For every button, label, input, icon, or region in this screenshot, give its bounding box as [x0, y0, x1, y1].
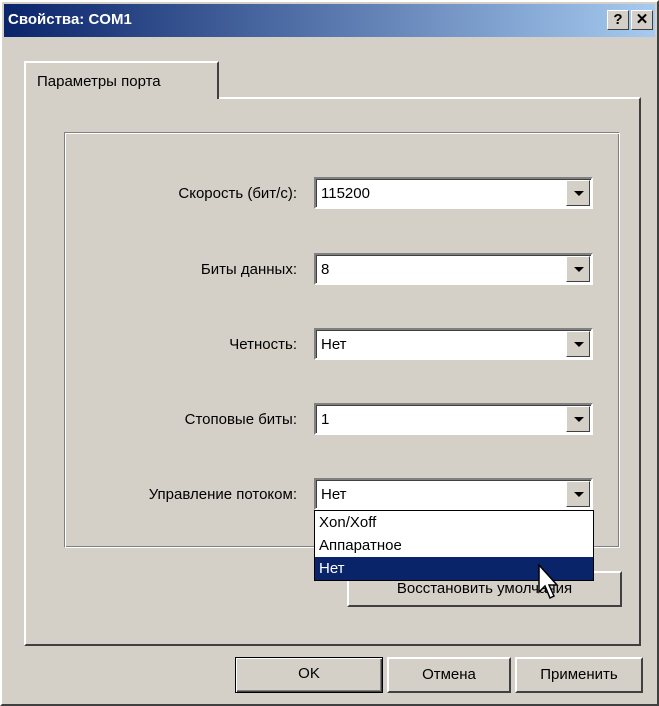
tab-port-settings[interactable]: Параметры порта: [24, 61, 219, 99]
parity-select[interactable]: Нет: [314, 328, 593, 360]
stop-bits-value: 1: [321, 411, 330, 428]
ok-button[interactable]: OK: [235, 657, 383, 693]
data-bits-label: Биты данных:: [200, 261, 297, 278]
cancel-button[interactable]: Отмена: [387, 657, 511, 693]
help-button[interactable]: ?: [607, 10, 629, 30]
stop-bits-select[interactable]: 1: [314, 403, 593, 435]
flow-control-dropdown-button[interactable]: [566, 481, 590, 507]
dialog-window: Свойства: COM1 ? ✕ Параметры порта Скоро…: [0, 0, 659, 706]
stop-bits-dropdown-button[interactable]: [566, 406, 590, 432]
baud-rate-dropdown-button[interactable]: [566, 180, 590, 206]
chevron-down-icon: [574, 342, 584, 347]
chevron-down-icon: [574, 267, 584, 272]
parity-label: Четность:: [229, 336, 297, 353]
chevron-down-icon: [574, 417, 584, 422]
window-title: Свойства: COM1: [8, 11, 132, 28]
data-bits-dropdown-button[interactable]: [566, 256, 590, 282]
parity-dropdown-button[interactable]: [566, 331, 590, 357]
data-bits-value: 8: [321, 261, 330, 278]
baud-rate-select[interactable]: 115200: [314, 177, 593, 209]
flow-control-value: Нет: [321, 486, 347, 503]
close-button[interactable]: ✕: [631, 10, 653, 30]
chevron-down-icon: [574, 492, 584, 497]
dropdown-option-hardware[interactable]: Аппаратное: [315, 534, 593, 557]
tab-label: Параметры порта: [37, 73, 161, 90]
baud-rate-label: Скорость (бит/с):: [178, 185, 297, 202]
flow-control-label: Управление потоком:: [148, 486, 297, 503]
title-bar[interactable]: Свойства: COM1 ? ✕: [4, 4, 655, 37]
close-icon: ✕: [635, 11, 649, 28]
baud-rate-value: 115200: [321, 185, 370, 202]
flow-control-select[interactable]: Нет: [314, 478, 593, 510]
mouse-pointer-icon: [538, 564, 559, 600]
data-bits-select[interactable]: 8: [314, 253, 593, 285]
apply-button[interactable]: Применить: [515, 657, 643, 693]
parity-value: Нет: [321, 336, 347, 353]
dropdown-option-xon-xoff[interactable]: Xon/Xoff: [315, 511, 593, 534]
chevron-down-icon: [574, 191, 584, 196]
stop-bits-label: Стоповые биты:: [184, 411, 297, 428]
